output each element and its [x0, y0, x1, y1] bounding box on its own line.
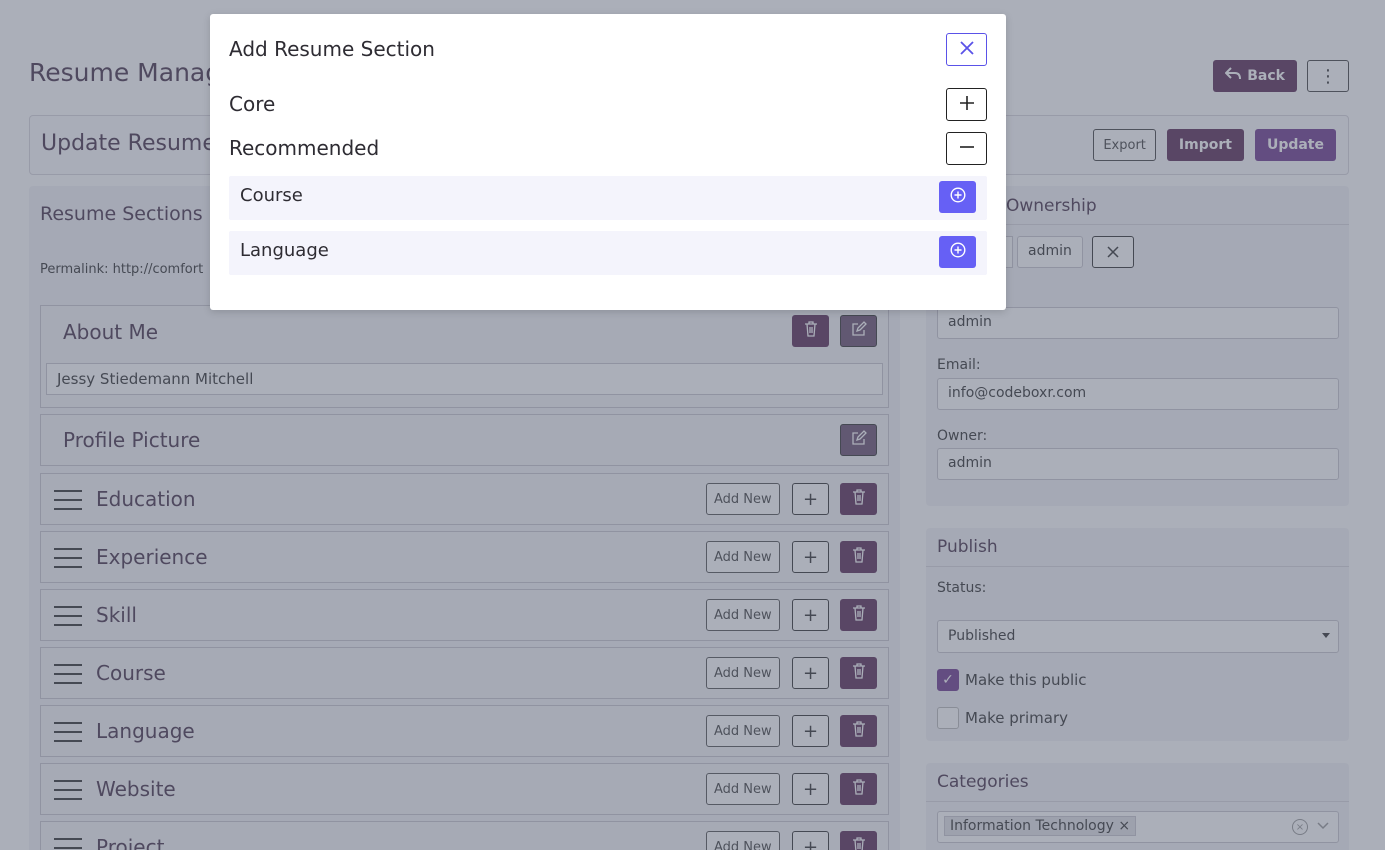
- modal-title: Add Resume Section: [229, 37, 435, 61]
- expand-core-button[interactable]: [946, 88, 987, 121]
- option-row-course: Course: [229, 176, 987, 220]
- group-label-core: Core: [229, 92, 276, 116]
- modal-close-button[interactable]: [946, 33, 987, 66]
- option-label: Course: [240, 185, 303, 206]
- close-icon: [959, 40, 974, 59]
- add-language-button[interactable]: [939, 236, 976, 268]
- group-label-recommended: Recommended: [229, 136, 380, 160]
- minus-icon: [959, 139, 975, 159]
- add-course-button[interactable]: [939, 181, 976, 213]
- collapse-recommended-button[interactable]: [946, 132, 987, 165]
- add-resume-section-modal: Add Resume Section Core Recommended Cour…: [210, 14, 1006, 310]
- option-row-language: Language: [229, 231, 987, 275]
- plus-icon: [959, 95, 975, 115]
- plus-circle-icon: [949, 242, 966, 262]
- option-label: Language: [240, 240, 329, 261]
- plus-circle-icon: [949, 187, 966, 207]
